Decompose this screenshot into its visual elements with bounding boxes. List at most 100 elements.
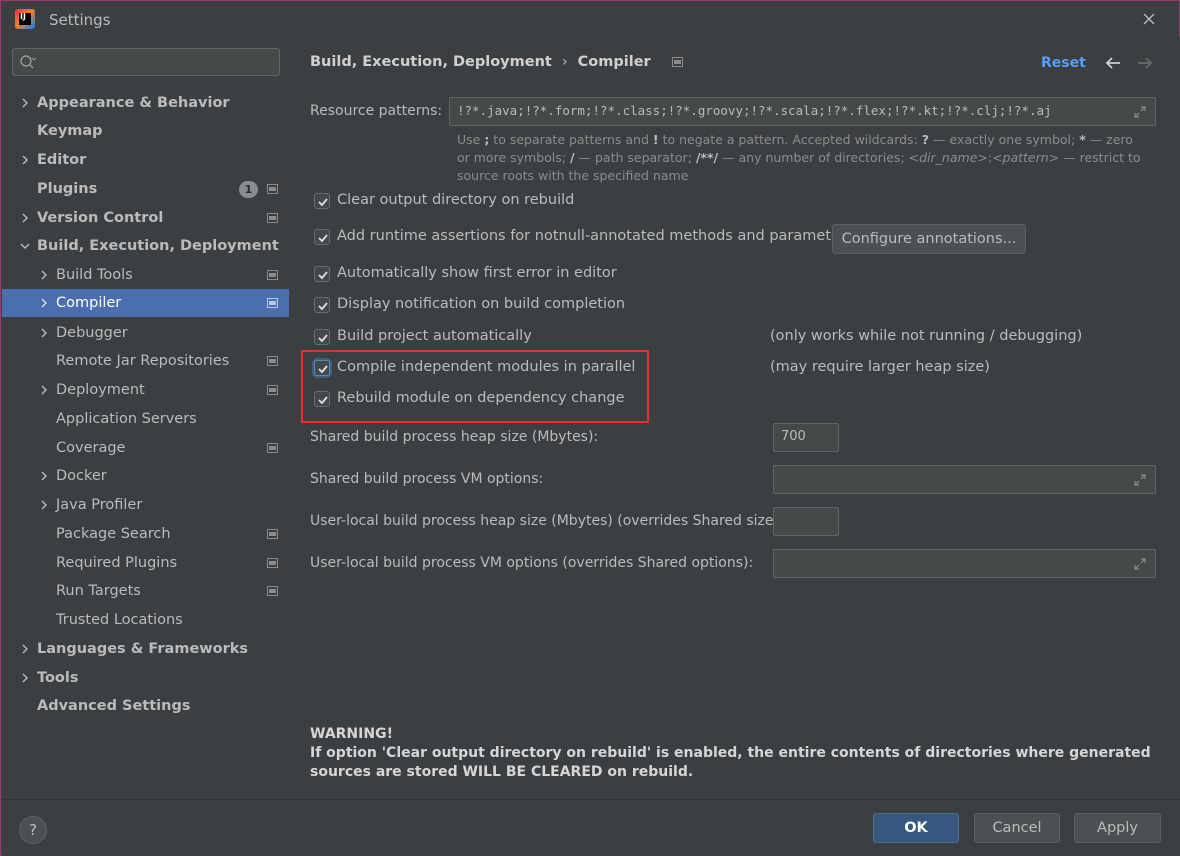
sidebar-item-coverage[interactable]: Coverage	[2, 434, 289, 462]
checkmark-icon	[318, 334, 328, 343]
sidebar-item-keymap[interactable]: Keymap	[2, 117, 289, 145]
sidebar-item-label: Trusted Locations	[56, 612, 183, 628]
breadcrumb-separator: ›	[561, 54, 568, 70]
checkmark-icon	[318, 302, 328, 311]
build-automatically-note: (only works while not running / debuggin…	[770, 328, 1083, 344]
search-input[interactable]	[43, 52, 273, 72]
chevron-right-icon[interactable]	[38, 297, 50, 309]
sidebar-item-deployment[interactable]: Deployment	[2, 376, 289, 404]
chevron-right-icon[interactable]	[19, 643, 31, 655]
sidebar-item-label: Docker	[56, 468, 107, 484]
help-button[interactable]: ?	[19, 816, 47, 844]
hint-text: to negate a pattern. Accepted wildcards:	[658, 132, 922, 147]
hint-text: — exactly one symbol;	[929, 132, 1080, 147]
sidebar-item-label: Editor	[37, 152, 87, 168]
shared-vm-label: Shared build process VM options:	[310, 471, 544, 487]
sidebar-item-editor[interactable]: Editor	[2, 146, 289, 174]
sidebar-item-label: Keymap	[37, 123, 103, 139]
sidebar-item-build-execution-deployment[interactable]: Build, Execution, Deployment	[2, 232, 289, 260]
sidebar-item-package-search[interactable]: Package Search	[2, 520, 289, 548]
build-automatically-checkbox-row[interactable]: Build project automatically	[310, 327, 710, 349]
sidebar-item-run-targets[interactable]: Run Targets	[2, 577, 289, 605]
hint-placeholder: <pattern>	[992, 150, 1060, 165]
sidebar-item-appearance-behavior[interactable]: Appearance & Behavior	[2, 89, 289, 117]
sidebar-item-build-tools[interactable]: Build Tools	[2, 261, 289, 289]
clear-output-checkbox[interactable]	[314, 193, 330, 209]
user-vm-field[interactable]	[773, 549, 1156, 578]
sidebar-item-label: Build, Execution, Deployment	[37, 238, 279, 254]
chevron-right-icon[interactable]	[38, 269, 50, 281]
reset-link[interactable]: Reset	[1041, 55, 1086, 71]
build-automatically-label: Build project automatically	[337, 328, 532, 344]
sidebar-item-label: Appearance & Behavior	[37, 95, 230, 111]
expand-icon[interactable]	[1133, 557, 1147, 571]
resource-patterns-label: Resource patterns:	[310, 103, 443, 119]
user-heap-field[interactable]	[773, 507, 839, 536]
chevron-right-icon[interactable]	[38, 499, 50, 511]
show-first-error-checkbox[interactable]	[314, 266, 330, 282]
sidebar-item-languages-frameworks[interactable]: Languages & Frameworks	[2, 635, 289, 663]
chevron-right-icon[interactable]	[19, 97, 31, 109]
breadcrumb-parent[interactable]: Build, Execution, Deployment	[310, 54, 552, 70]
chevron-right-icon[interactable]	[19, 212, 31, 224]
chevron-right-icon[interactable]	[19, 672, 31, 684]
sidebar-item-java-profiler[interactable]: Java Profiler	[2, 491, 289, 519]
apply-button[interactable]: Apply	[1074, 813, 1161, 843]
show-first-error-checkbox-row[interactable]: Automatically show first error in editor	[310, 264, 710, 286]
sidebar-item-compiler[interactable]: Compiler	[2, 289, 289, 317]
sidebar-item-version-control[interactable]: Version Control	[2, 204, 289, 232]
chevron-right-icon[interactable]	[38, 470, 50, 482]
dialog-footer: ? OK Cancel Apply	[2, 799, 1180, 856]
cancel-button[interactable]: Cancel	[974, 813, 1060, 843]
clear-output-checkbox-row[interactable]: Clear output directory on rebuild	[310, 191, 710, 213]
sidebar-item-label: Advanced Settings	[37, 698, 191, 714]
configure-annotations-button[interactable]: Configure annotations...	[832, 224, 1026, 254]
settings-search[interactable]	[12, 48, 280, 76]
sidebar-item-debugger[interactable]: Debugger	[2, 319, 289, 347]
close-icon[interactable]	[1139, 9, 1159, 29]
hint-code: /**/	[695, 150, 719, 165]
search-icon	[20, 55, 37, 69]
back-arrow-icon[interactable]	[1104, 55, 1122, 71]
display-notification-checkbox-row[interactable]: Display notification on build completion	[310, 295, 710, 317]
hint-text: to separate patterns and	[489, 132, 653, 147]
project-settings-icon	[267, 356, 278, 366]
sidebar-item-plugins[interactable]: Plugins 1	[2, 175, 289, 203]
shared-vm-field[interactable]	[773, 465, 1156, 494]
title-bar: IJ Settings	[1, 1, 1179, 37]
warning-title: WARNING!	[310, 726, 393, 742]
checkmark-icon	[318, 198, 328, 207]
expand-icon[interactable]	[1133, 473, 1147, 487]
forward-arrow-icon[interactable]	[1136, 55, 1154, 71]
build-automatically-checkbox[interactable]	[314, 329, 330, 345]
expand-icon[interactable]	[1133, 105, 1147, 119]
chevron-right-icon[interactable]	[38, 384, 50, 396]
sidebar-item-label: Languages & Frameworks	[37, 641, 249, 657]
resource-patterns-field[interactable]: !?*.java;!?*.form;!?*.class;!?*.groovy;!…	[449, 97, 1156, 126]
runtime-assertions-checkbox[interactable]	[314, 229, 330, 245]
ok-button[interactable]: OK	[873, 813, 959, 843]
compile-parallel-note: (may require larger heap size)	[770, 359, 990, 375]
shared-heap-field[interactable]: 700	[773, 423, 839, 452]
intellij-logo-icon: IJ	[15, 9, 35, 29]
sidebar-item-application-servers[interactable]: Application Servers	[2, 405, 289, 433]
chevron-right-icon[interactable]	[19, 154, 31, 166]
runtime-assertions-label: Add runtime assertions for notnull-annot…	[337, 228, 854, 244]
shared-heap-label: Shared build process heap size (Mbytes):	[310, 429, 599, 445]
window-title: Settings	[49, 11, 111, 29]
sidebar-item-remote-jar-repositories[interactable]: Remote Jar Repositories	[2, 347, 289, 375]
sidebar-item-advanced-settings[interactable]: Advanced Settings	[2, 692, 289, 720]
display-notification-checkbox[interactable]	[314, 297, 330, 313]
checkmark-icon	[318, 234, 328, 243]
sidebar-item-docker[interactable]: Docker	[2, 462, 289, 490]
chevron-right-icon[interactable]	[38, 327, 50, 339]
user-vm-label: User-local build process VM options (ove…	[310, 555, 754, 571]
chevron-down-icon[interactable]	[19, 240, 31, 252]
sidebar-item-label: Remote Jar Repositories	[56, 353, 230, 369]
hint-text: — any number of directories;	[718, 150, 909, 165]
runtime-assertions-checkbox-row[interactable]: Add runtime assertions for notnull-annot…	[310, 227, 853, 249]
project-settings-icon	[267, 529, 278, 539]
sidebar-item-tools[interactable]: Tools	[2, 664, 289, 692]
sidebar-item-required-plugins[interactable]: Required Plugins	[2, 549, 289, 577]
sidebar-item-trusted-locations[interactable]: Trusted Locations	[2, 606, 289, 634]
